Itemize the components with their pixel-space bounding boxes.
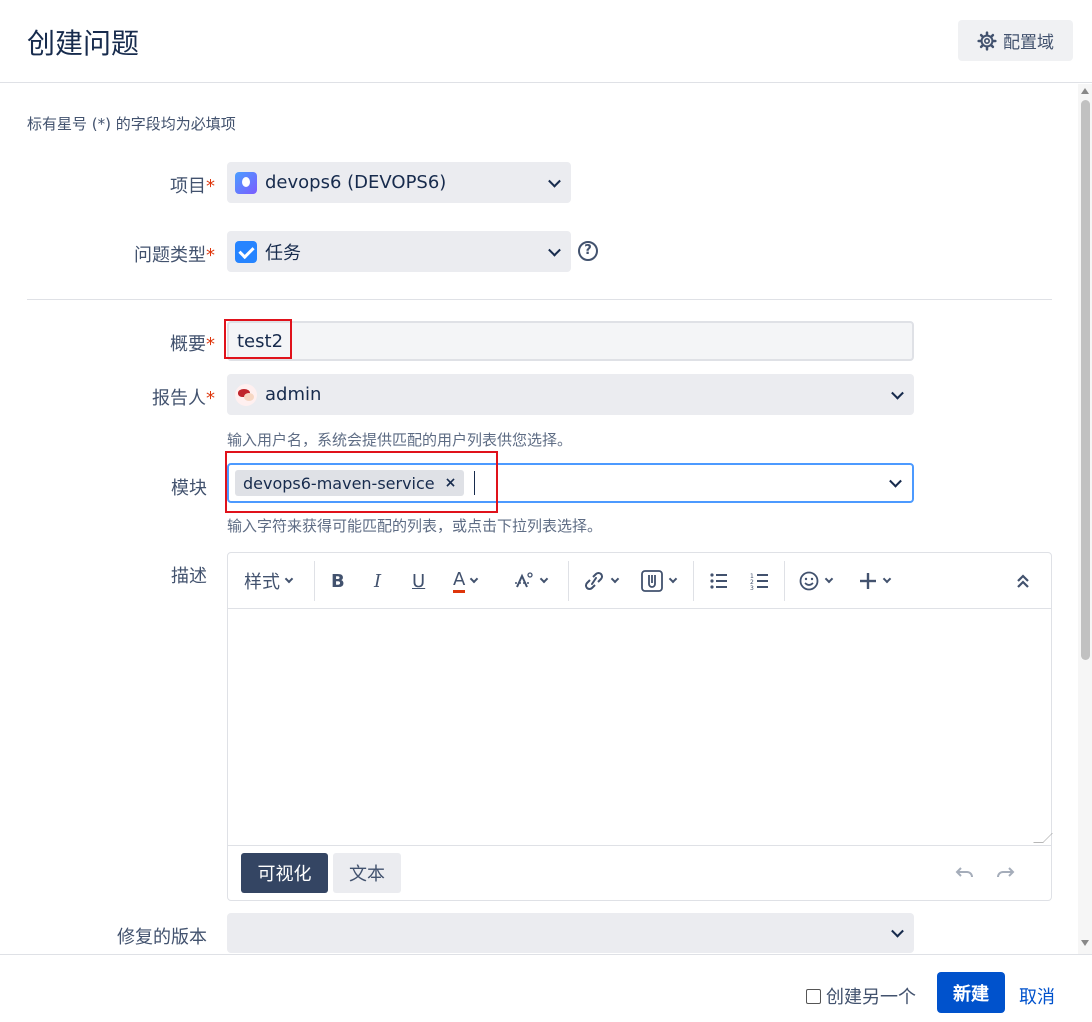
user-avatar-icon [235, 383, 257, 406]
component-tag: devops6-maven-service × [235, 470, 465, 496]
chevron-down-icon [470, 574, 479, 584]
summary-label: 概要* [170, 334, 215, 355]
double-chevron-up-icon [1017, 574, 1029, 588]
underline-button[interactable]: U [412, 566, 425, 596]
component-hint: 输入字符来获得可能匹配的列表，或点击下拉列表选择。 [227, 517, 603, 535]
reporter-label: 报告人* [152, 388, 215, 409]
link-icon [584, 571, 604, 591]
summary-value: test2 [237, 330, 284, 352]
scroll-down-arrow-icon[interactable] [1081, 940, 1089, 946]
editor-mode-bar: 可视化 文本 [228, 845, 1051, 901]
emoji-icon [799, 571, 819, 591]
fix-version-select[interactable] [227, 913, 914, 953]
scroll-up-arrow-icon[interactable] [1081, 88, 1089, 94]
toolbar-separator [693, 561, 694, 601]
reporter-select[interactable]: admin [227, 374, 914, 415]
description-label: 描述 [171, 566, 207, 587]
text-caret [474, 471, 476, 495]
create-another-label: 创建另一个 [826, 987, 916, 1008]
configure-fields-label: 配置域 [1003, 33, 1054, 53]
create-another-checkbox[interactable] [806, 988, 821, 1004]
component-tag-label: devops6-maven-service [243, 473, 435, 493]
create-button[interactable]: 新建 [937, 972, 1005, 1013]
project-select[interactable]: devops6 (DEVOPS6) [227, 162, 571, 203]
svg-text:3: 3 [750, 585, 754, 591]
issue-type-label: 问题类型* [134, 245, 215, 266]
task-checkbox-icon [235, 240, 257, 263]
cancel-link[interactable]: 取消 [1019, 983, 1055, 1009]
text-color-dropdown[interactable]: A [453, 566, 479, 596]
style-dropdown[interactable]: 样式 [244, 566, 294, 596]
italic-button[interactable]: I [374, 566, 381, 596]
reporter-hint: 输入用户名，系统会提供匹配的用户列表供您选择。 [227, 431, 573, 449]
text-style-icon [515, 572, 533, 588]
fix-version-label: 修复的版本 [117, 927, 207, 948]
chevron-down-icon [891, 386, 904, 400]
numbered-list-button[interactable]: 1 2 3 [749, 566, 771, 596]
toolbar-separator [568, 561, 569, 601]
bullet-list-icon [710, 573, 727, 589]
reporter-value: admin [265, 384, 322, 405]
help-icon[interactable]: ? [578, 241, 598, 261]
visual-mode-tab[interactable]: 可视化 [241, 853, 328, 893]
toolbar-separator [784, 561, 785, 601]
bullet-list-button[interactable] [708, 566, 730, 596]
link-dropdown[interactable] [582, 566, 620, 596]
collapse-toolbar-button[interactable] [1016, 566, 1030, 596]
plus-icon [860, 573, 876, 589]
configure-fields-button[interactable]: 配置域 [958, 20, 1073, 61]
component-label: 模块 [171, 478, 207, 499]
description-editor: 样式 B I U A 1 2 3 可视化 文本 [227, 552, 1053, 901]
description-textarea[interactable] [228, 610, 1051, 845]
chevron-down-icon [882, 574, 892, 584]
editor-toolbar: 样式 B I U A 1 2 3 [228, 553, 1051, 609]
project-avatar-icon [235, 171, 257, 194]
attachment-icon [641, 570, 663, 592]
chevron-down-icon [889, 474, 902, 488]
emoji-dropdown[interactable] [798, 566, 834, 596]
numbered-list-icon: 1 2 3 [750, 573, 768, 591]
chevron-down-icon [284, 574, 294, 584]
toolbar-separator [314, 561, 315, 601]
insert-more-dropdown[interactable] [858, 566, 892, 596]
scroll-thumb[interactable] [1081, 100, 1090, 660]
scrollbar[interactable] [1078, 84, 1092, 954]
chevron-down-icon [539, 574, 549, 584]
create-another-option[interactable]: 创建另一个 [806, 983, 916, 1009]
attachment-dropdown[interactable] [640, 566, 678, 596]
chevron-down-icon [610, 574, 620, 584]
project-label: 项目* [170, 176, 215, 197]
required-note: 标有星号 (*) 的字段均为必填项 [27, 115, 236, 133]
undo-icon[interactable] [955, 866, 975, 880]
text-mode-tab[interactable]: 文本 [333, 853, 401, 893]
bold-button[interactable]: B [331, 566, 345, 596]
chevron-down-icon [824, 574, 834, 584]
component-multiselect[interactable]: devops6-maven-service × [227, 463, 914, 503]
issue-type-select[interactable]: 任务 [227, 231, 571, 272]
dialog-title: 创建问题 [27, 27, 140, 60]
more-formatting-dropdown[interactable] [513, 566, 549, 596]
redo-icon[interactable] [995, 866, 1015, 880]
divider [27, 299, 1052, 300]
remove-tag-icon[interactable]: × [445, 475, 457, 491]
summary-input[interactable]: test2 [227, 321, 914, 361]
gear-icon [977, 30, 997, 51]
chevron-down-icon [891, 924, 904, 938]
project-value: devops6 (DEVOPS6) [265, 172, 447, 193]
issue-type-value: 任务 [265, 242, 301, 264]
chevron-down-icon [668, 574, 678, 584]
dialog-footer: 创建另一个 新建 取消 [0, 954, 1092, 1022]
chevron-down-icon [548, 174, 561, 188]
dialog-header: 创建问题 配置域 [0, 0, 1092, 83]
chevron-down-icon [548, 243, 561, 257]
